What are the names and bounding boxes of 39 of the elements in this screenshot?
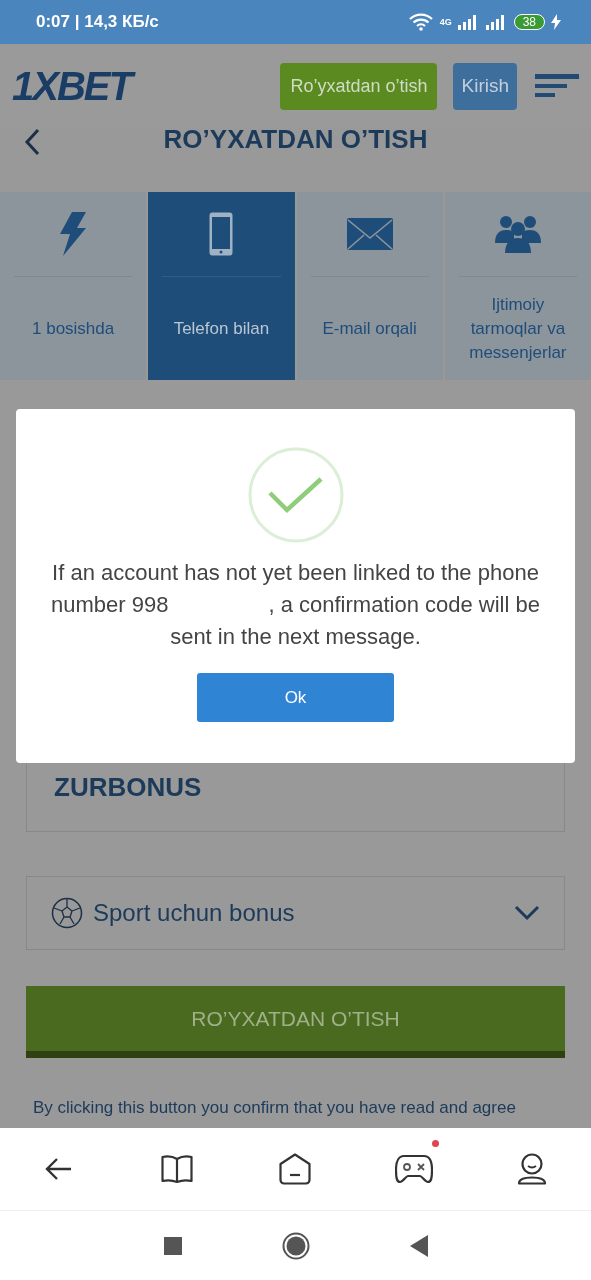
recent-apps-icon[interactable] (163, 1236, 182, 1255)
home-icon[interactable] (279, 1153, 312, 1185)
battery-indicator: 38 (513, 14, 545, 30)
page-title: RO’YXATDAN O’TISH (163, 124, 428, 155)
group-icon (494, 215, 541, 253)
tab-label: Telefon bilan (173, 317, 270, 340)
login-button[interactable]: Kirish (453, 62, 517, 110)
registration-tab[interactable]: 1 bosishda (0, 192, 147, 380)
registration-tab[interactable]: Ijtimoiy tarmoqlar va messenjerlar (444, 192, 591, 380)
back-triangle-icon[interactable] (409, 1234, 428, 1257)
back-icon[interactable] (24, 128, 40, 156)
registration-tab[interactable]: Telefon bilan (148, 192, 295, 380)
bonus-select[interactable]: Sport uchun bonus (26, 876, 565, 950)
terms-text: By clicking this button you confirm that you have read and agree (33, 1098, 517, 1118)
back-arrow-icon[interactable] (45, 1157, 74, 1181)
menu-icon[interactable] (535, 72, 579, 100)
book-icon[interactable] (161, 1154, 194, 1184)
network-label: 4G (439, 17, 452, 27)
status-time: 0:07 | 14,3 КБ/с (36, 12, 159, 32)
ok-button[interactable]: Ok (197, 673, 394, 722)
profile-icon[interactable] (516, 1153, 547, 1185)
wifi-icon (407, 13, 434, 31)
envelope-icon (346, 218, 393, 250)
dialog-message: If an account has not yet been linked to the phone number 998 , a confirmation code will be sent in the next message. (50, 559, 541, 651)
register-submit-button[interactable]: RO’YXATDAN O’TISH (26, 986, 565, 1058)
gamepad-icon[interactable] (394, 1154, 433, 1184)
registration-tab[interactable]: E-mail orqali (296, 192, 443, 380)
smartphone-icon (208, 211, 235, 257)
tab-label: E-mail orqali (322, 317, 417, 340)
lightning-icon (60, 212, 87, 256)
notification-dot (431, 1140, 439, 1147)
charging-icon (551, 14, 561, 30)
chevron-down-icon (514, 905, 540, 921)
tab-label: Ijtimoiy tarmoqlar va messenjerlar (468, 293, 568, 364)
soccer-ball-icon (51, 897, 83, 929)
tab-label: 1 bosishda (32, 317, 115, 340)
register-button[interactable]: Ro’yxatdan o’tish (280, 62, 438, 110)
checkmark-icon (247, 447, 344, 543)
home-circle-icon[interactable] (281, 1231, 310, 1260)
